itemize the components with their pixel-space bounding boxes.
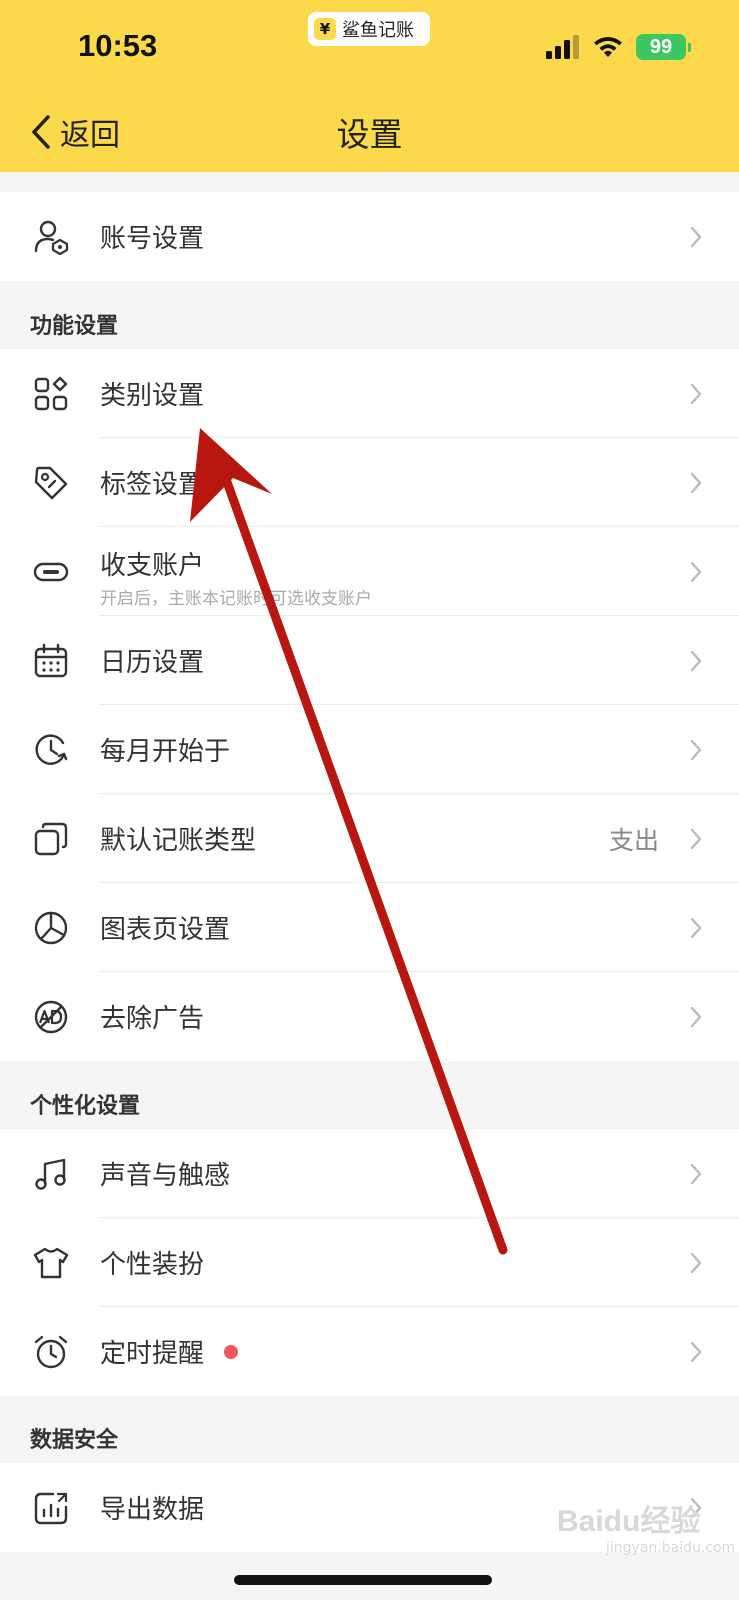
personalization-group: 声音与触感 个性装扮 定时提醒 (0, 1129, 739, 1396)
settings-row-calendar[interactable]: 日历设置 (0, 616, 739, 705)
status-time: 10:53 (78, 28, 158, 63)
settings-row-value: 支出 (608, 825, 659, 855)
clock-refresh-icon (35, 733, 68, 765)
settings-row-label: 账号设置 (100, 224, 205, 254)
status-icons: 99 (546, 34, 691, 60)
settings-row-accounts[interactable]: 收支账户 开启后，主账本记账时可选收支账户 (0, 527, 739, 616)
cards-icon (34, 822, 68, 855)
watermark-url: jingyan.baidu.com (606, 1540, 736, 1556)
settings-row-label: 每月开始于 (100, 737, 231, 767)
chevron-right-icon (690, 226, 702, 247)
chevron-right-icon (690, 561, 702, 582)
settings-row-label: 导出数据 (100, 1495, 205, 1525)
export-chart-icon (34, 1492, 68, 1524)
settings-row-category[interactable]: 类别设置 (0, 349, 739, 438)
settings-row-label: 标签设置 (100, 470, 205, 500)
wifi-icon (594, 37, 622, 57)
chevron-right-icon (690, 650, 702, 671)
settings-row-month-start[interactable]: 每月开始于 (0, 705, 739, 794)
chevron-right-icon (690, 1006, 702, 1027)
section-title-personalization: 个性化设置 (30, 1094, 141, 1119)
settings-row-chart-page[interactable]: 图表页设置 (0, 883, 739, 972)
settings-row-tags[interactable]: 标签设置 (0, 438, 739, 527)
settings-row-dressup[interactable]: 个性装扮 (0, 1218, 739, 1307)
settings-row-label: 日历设置 (100, 648, 205, 678)
app-logo-icon: ¥ (314, 18, 336, 40)
section-title-data-security: 数据安全 (30, 1428, 119, 1453)
settings-row-label: 收支账户 (100, 551, 205, 581)
chevron-right-icon (690, 472, 702, 493)
notification-badge (224, 1344, 238, 1359)
settings-row-sound[interactable]: 声音与触感 (0, 1129, 739, 1218)
settings-row-remove-ads[interactable]: 去除广告 (0, 972, 739, 1061)
category-grid-icon (34, 376, 68, 410)
tshirt-icon (33, 1247, 69, 1278)
chevron-right-icon (690, 917, 702, 938)
account-group: 账号设置 (0, 192, 739, 281)
no-ads-icon (34, 1000, 68, 1033)
chevron-right-icon (690, 739, 702, 760)
battery-tip (688, 42, 691, 52)
music-note-icon (35, 1158, 66, 1190)
app-indicator-pill: ¥ 鲨鱼记账 (308, 12, 430, 46)
home-indicator[interactable] (234, 1575, 492, 1585)
settings-row-default-type[interactable]: 默认记账类型 支出 (0, 794, 739, 883)
pie-chart-icon (34, 911, 68, 944)
chevron-right-icon (690, 1163, 702, 1184)
settings-row-label: 声音与触感 (100, 1161, 231, 1191)
settings-row-label: 去除广告 (100, 1004, 205, 1034)
calendar-icon (34, 643, 68, 677)
chevron-right-icon (690, 1341, 702, 1362)
settings-row-label: 定时提醒 (100, 1339, 205, 1369)
chevron-right-icon (690, 1252, 702, 1273)
header-bar: 10:53 ¥ 鲨鱼记账 99 返回 设置 (0, 0, 739, 172)
settings-row-subtitle: 开启后，主账本记账时可选收支账户 (100, 589, 372, 609)
settings-row-label: 默认记账类型 (100, 826, 257, 856)
chevron-right-icon (690, 828, 702, 849)
functions-group: 类别设置 标签设置 收支账户 开启后，主账本记账时可选收支账户 日历设置 每月开… (0, 349, 739, 1061)
battery-indicator: 99 (636, 34, 686, 60)
chevron-right-icon (690, 383, 702, 404)
section-title-functions: 功能设置 (30, 314, 119, 339)
alarm-clock-icon (34, 1335, 68, 1368)
app-name: 鲨鱼记账 (342, 20, 414, 41)
signal-icon (546, 35, 579, 59)
tag-icon (34, 466, 68, 499)
page-title: 设置 (336, 115, 403, 154)
settings-row-label: 类别设置 (100, 381, 205, 411)
settings-row-reminder[interactable]: 定时提醒 (0, 1307, 739, 1396)
settings-row-label: 图表页设置 (100, 915, 231, 945)
settings-row-label: 个性装扮 (100, 1250, 205, 1280)
watermark-logo: Baidu经验 (557, 1505, 701, 1538)
settings-row-account[interactable]: 账号设置 (0, 192, 739, 281)
user-shield-icon (34, 220, 69, 255)
link-icon (33, 562, 69, 581)
